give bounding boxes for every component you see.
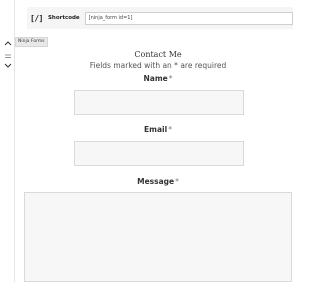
shortcode-block[interactable]: [/] Shortcode xyxy=(27,7,293,29)
email-required-mark: * xyxy=(168,125,172,134)
block-mover-gutter xyxy=(0,0,14,282)
form-title: Contact Me xyxy=(134,50,182,59)
shortcode-input[interactable] xyxy=(84,11,293,25)
message-required-mark: * xyxy=(175,177,179,186)
move-down-icon[interactable] xyxy=(3,61,12,70)
email-label-text: Email xyxy=(144,125,168,134)
name-input[interactable] xyxy=(74,90,244,115)
name-field-label: Name* xyxy=(20,74,296,83)
message-textarea[interactable] xyxy=(24,192,292,282)
email-input[interactable] xyxy=(74,141,244,166)
drag-handle-icon[interactable] xyxy=(3,51,12,60)
name-required-mark: * xyxy=(168,74,173,83)
email-field-label: Email* xyxy=(20,125,296,134)
shortcode-icon: [/] xyxy=(30,13,43,23)
required-fields-note: Fields marked with an * are required xyxy=(89,61,227,70)
message-field-label: Message* xyxy=(20,177,296,186)
move-up-icon[interactable] xyxy=(3,38,12,47)
ninja-forms-block-tag: Ninja Forms xyxy=(15,37,48,47)
name-label-text: Name xyxy=(143,74,168,83)
shortcode-label: Shortcode xyxy=(47,15,80,21)
message-label-text: Message xyxy=(137,177,175,186)
